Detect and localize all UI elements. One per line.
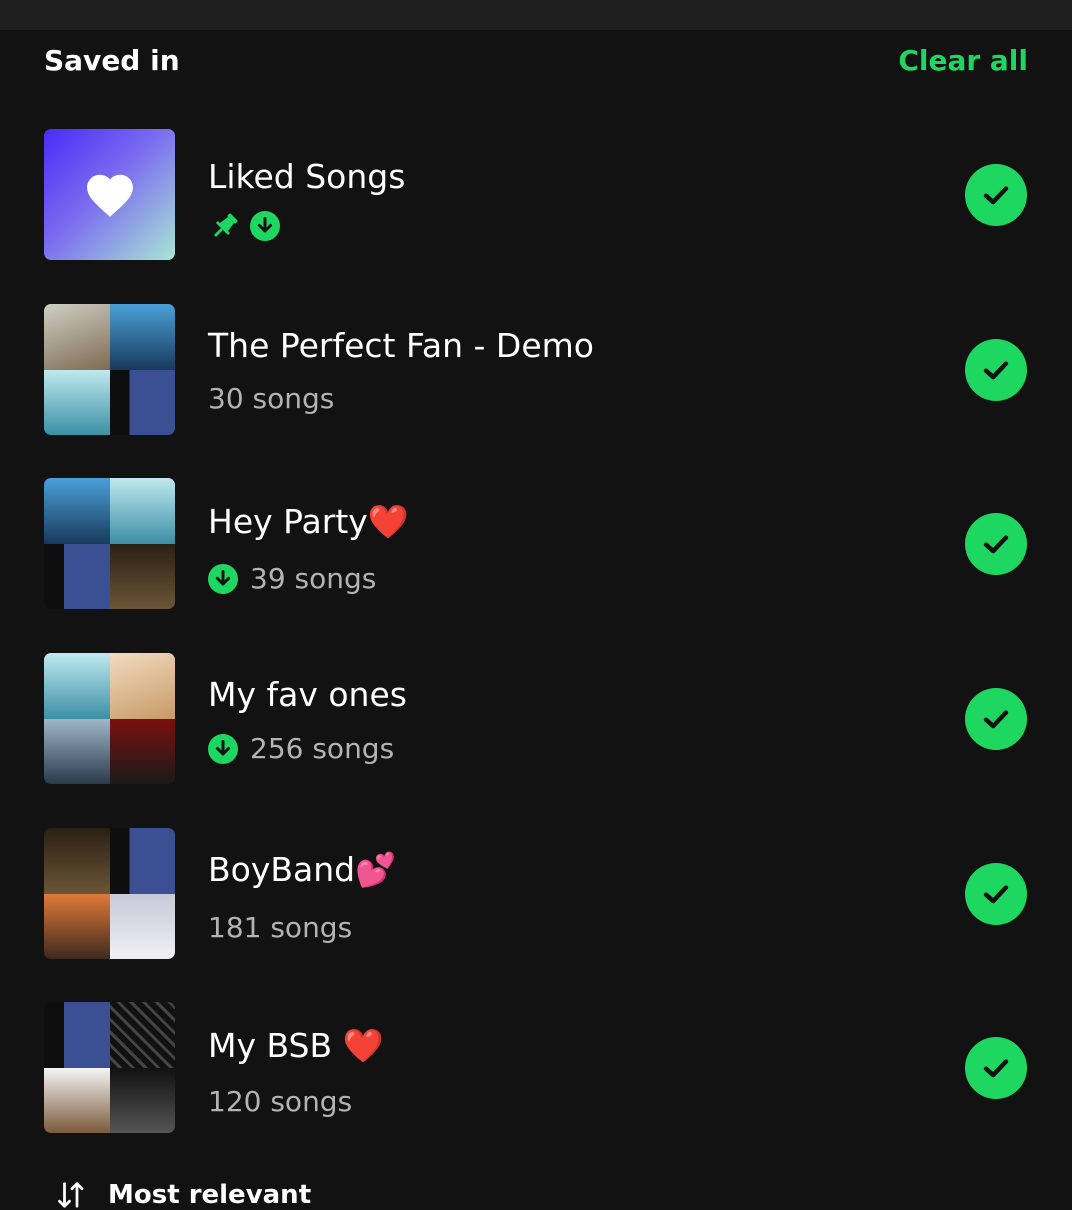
downloaded-icon bbox=[208, 734, 238, 764]
playlist-row[interactable]: My fav ones 256 songs bbox=[0, 653, 1072, 785]
sort-arrows-icon bbox=[58, 1182, 84, 1208]
playlist-meta: 39 songs bbox=[208, 561, 376, 597]
playlist-row[interactable]: My BSB ❤️ 120 songs bbox=[0, 1002, 1072, 1134]
checkmark-icon bbox=[983, 710, 1009, 729]
selected-check-button[interactable] bbox=[965, 1037, 1027, 1099]
song-count: 181 songs bbox=[208, 911, 353, 944]
pin-icon bbox=[213, 213, 238, 238]
selected-check-button[interactable] bbox=[965, 513, 1027, 575]
heart-icon bbox=[86, 174, 133, 217]
playlist-cover-mosaic bbox=[44, 478, 175, 609]
song-count: 30 songs bbox=[208, 382, 335, 415]
downloaded-icon bbox=[250, 211, 280, 241]
downloaded-icon bbox=[208, 564, 238, 594]
playlist-meta: 120 songs bbox=[208, 1084, 352, 1120]
song-count: 120 songs bbox=[208, 1085, 353, 1118]
playlist-name: BoyBand💕 bbox=[208, 850, 397, 889]
playlist-row[interactable]: The Perfect Fan - Demo 30 songs bbox=[0, 304, 1072, 436]
liked-songs-cover bbox=[44, 129, 175, 260]
selected-check-button[interactable] bbox=[965, 688, 1027, 750]
top-bar bbox=[0, 0, 1072, 30]
playlist-meta: 256 songs bbox=[208, 731, 394, 767]
saved-in-title: Saved in bbox=[44, 44, 180, 77]
clear-all-button[interactable]: Clear all bbox=[898, 42, 1028, 80]
playlist-row-liked-songs[interactable]: Liked Songs bbox=[0, 129, 1072, 261]
sort-label: Most relevant bbox=[108, 1180, 312, 1210]
checkmark-icon bbox=[983, 885, 1009, 904]
playlist-meta: 181 songs bbox=[208, 910, 352, 946]
song-count: 256 songs bbox=[250, 732, 395, 765]
playlist-cover-mosaic bbox=[44, 653, 175, 784]
playlist-cover-mosaic bbox=[44, 1002, 175, 1133]
playlist-row[interactable]: Hey Party❤️ 39 songs bbox=[0, 478, 1072, 610]
selected-check-button[interactable] bbox=[965, 339, 1027, 401]
checkmark-icon bbox=[983, 186, 1009, 205]
playlist-row[interactable]: BoyBand💕 181 songs bbox=[0, 828, 1072, 960]
playlist-meta: 30 songs bbox=[208, 381, 334, 417]
selected-check-button[interactable] bbox=[965, 164, 1027, 226]
checkmark-icon bbox=[983, 361, 1009, 380]
sort-button[interactable]: Most relevant bbox=[50, 1180, 311, 1210]
playlist-name: Liked Songs bbox=[208, 157, 406, 196]
selected-check-button[interactable] bbox=[965, 863, 1027, 925]
playlist-name: My BSB ❤️ bbox=[208, 1026, 384, 1065]
song-count: 39 songs bbox=[250, 562, 377, 595]
checkmark-icon bbox=[983, 1059, 1009, 1078]
playlist-meta bbox=[208, 209, 292, 243]
playlist-name: My fav ones bbox=[208, 675, 407, 714]
playlist-cover-mosaic bbox=[44, 304, 175, 435]
checkmark-icon bbox=[983, 535, 1009, 554]
playlist-name: Hey Party❤️ bbox=[208, 502, 409, 541]
playlist-name: The Perfect Fan - Demo bbox=[208, 326, 594, 365]
playlist-cover-mosaic bbox=[44, 828, 175, 959]
